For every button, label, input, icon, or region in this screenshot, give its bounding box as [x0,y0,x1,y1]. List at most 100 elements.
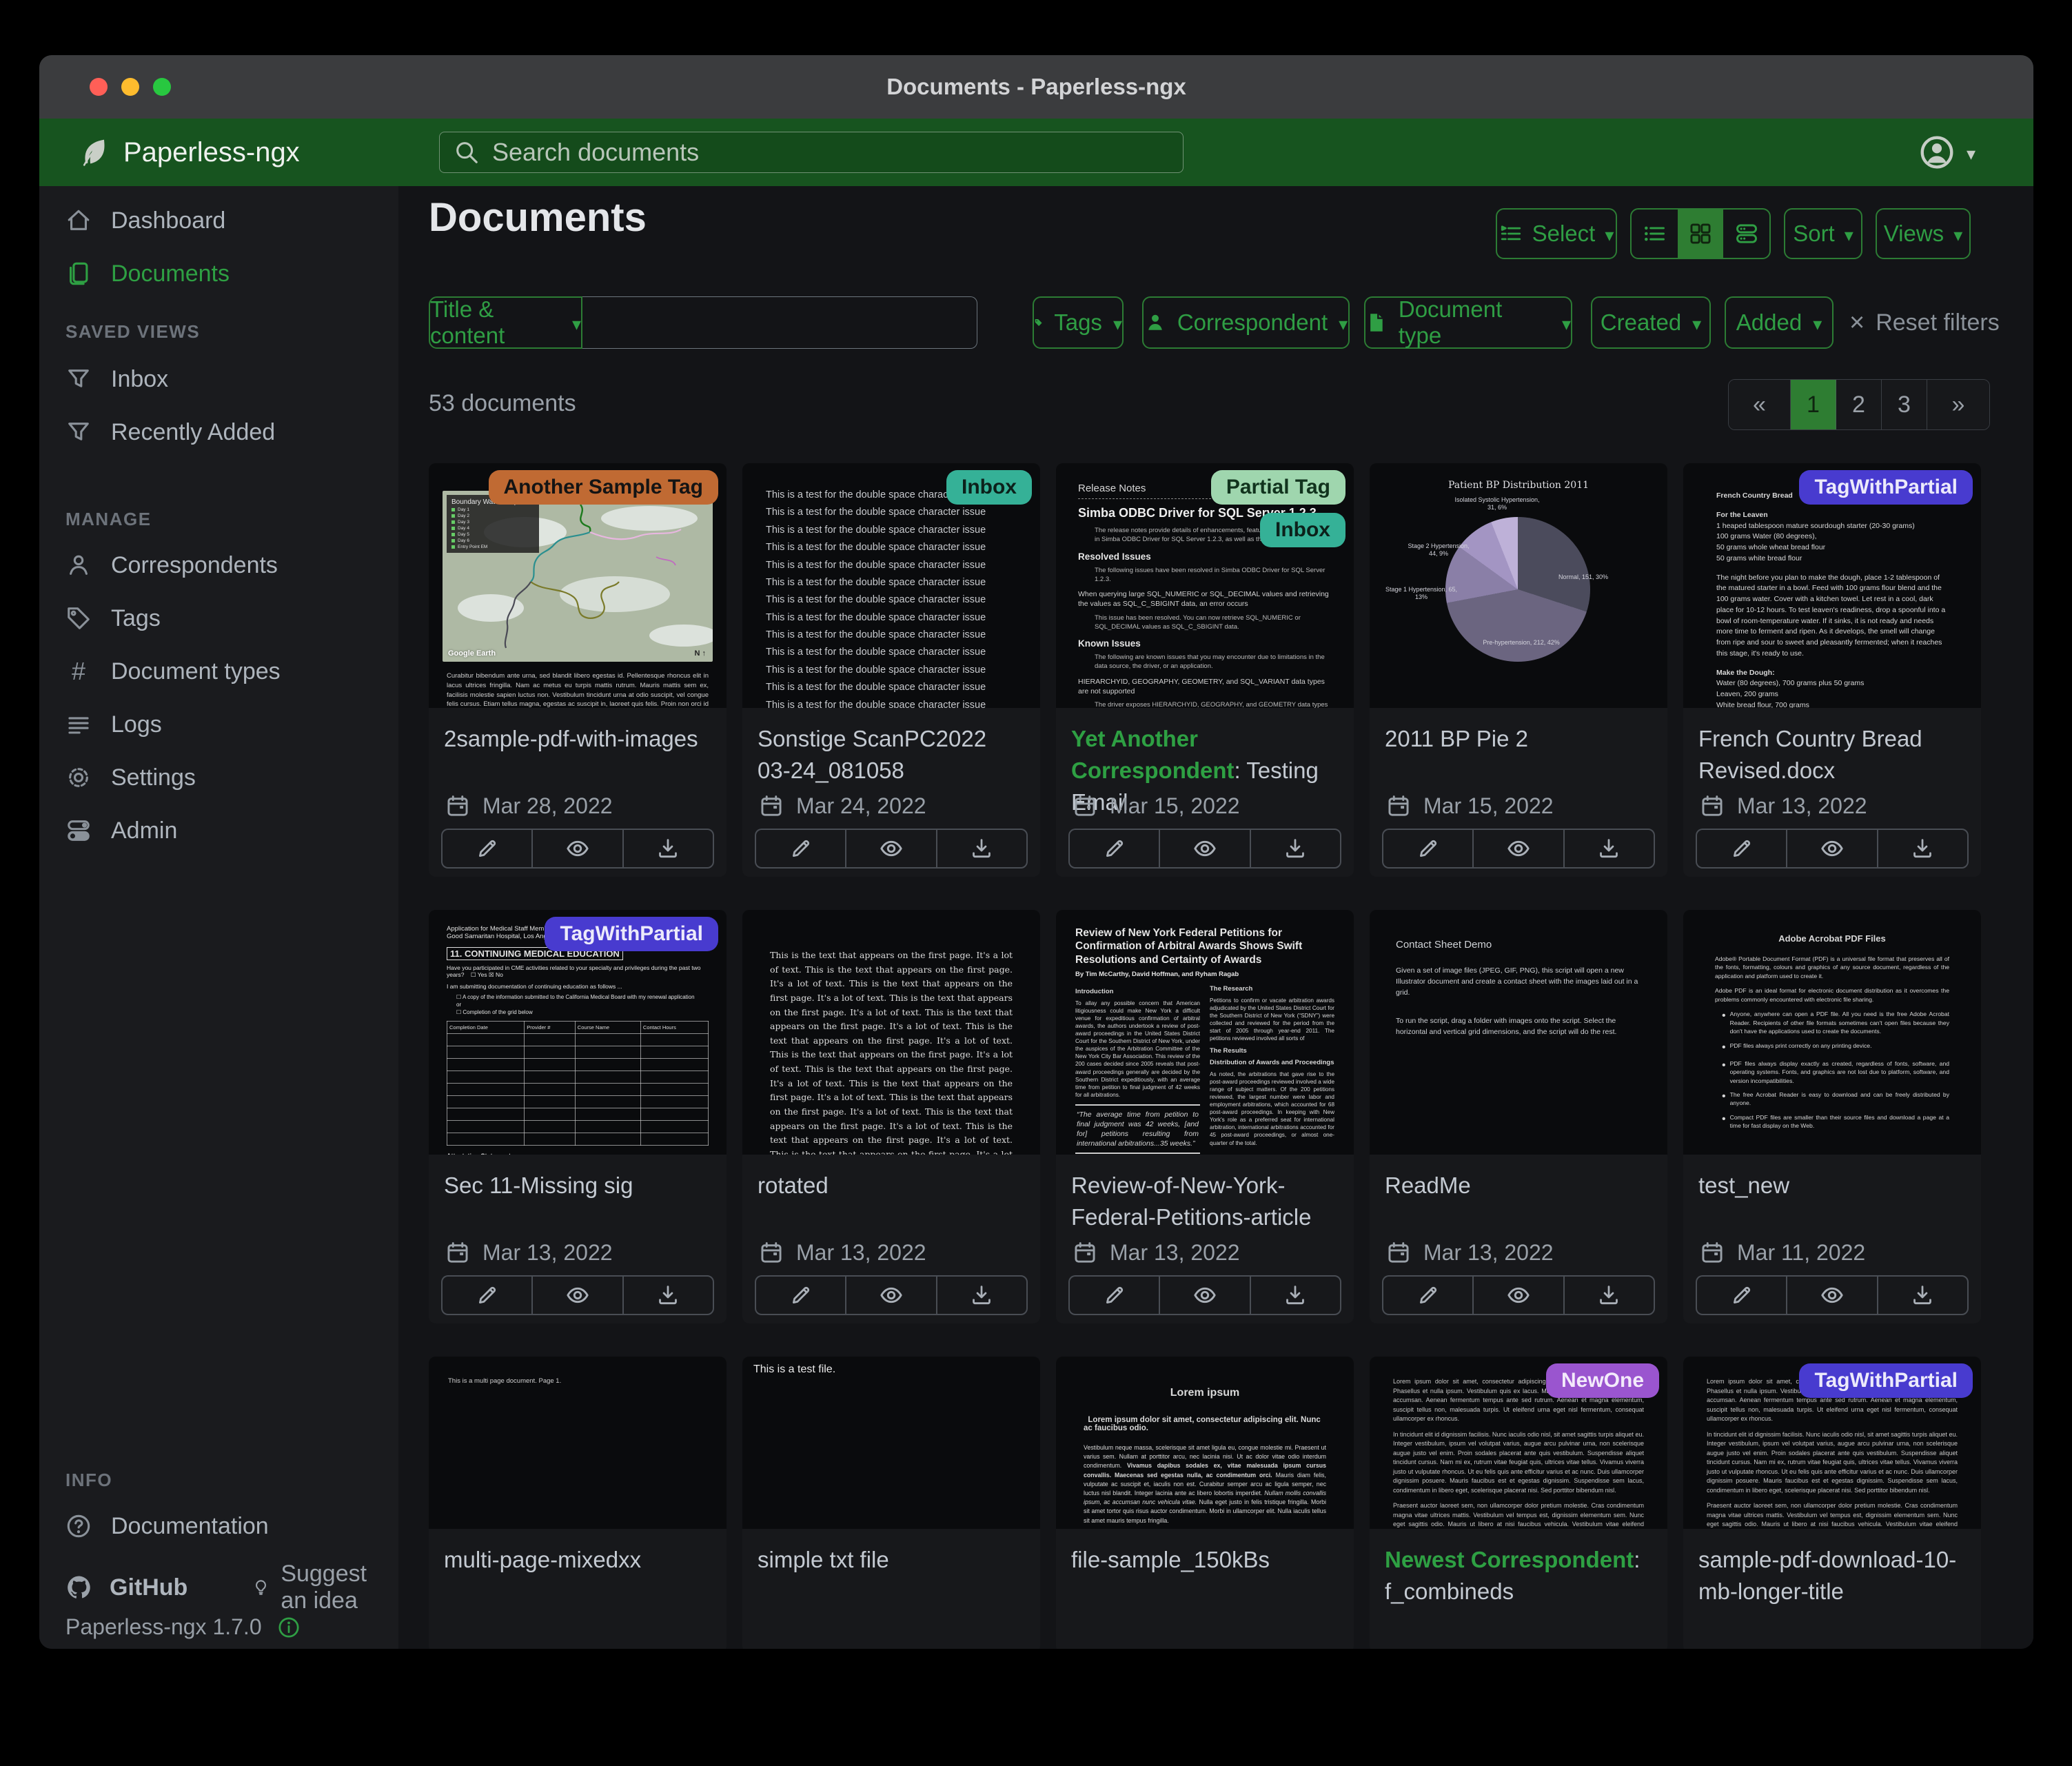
select-button[interactable]: Select ▾ [1496,208,1617,259]
document-card[interactable]: This is a test for the double space char… [742,463,1040,877]
tag-badge[interactable]: TagWithPartial [1799,470,1973,505]
document-thumbnail[interactable]: Patient BP Distribution 2011 Normal, 151… [1370,463,1667,708]
document-card[interactable]: This is the text that appears on the fir… [742,910,1040,1323]
document-card[interactable]: Patient BP Distribution 2011 Normal, 151… [1370,463,1667,877]
tags-filter-button[interactable]: Tags ▾ [1033,296,1124,349]
card-title[interactable]: 2011 BP Pie 2 [1370,708,1667,792]
card-title[interactable]: sample-pdf-download-10-mb-longer-title [1683,1529,1981,1613]
document-thumbnail[interactable]: Contact Sheet DemoGiven a set of image f… [1370,910,1667,1155]
pagination-page-2[interactable]: 2 [1836,380,1882,429]
preview-document-button[interactable] [1159,1275,1249,1315]
card-correspondent[interactable]: Yet Another Correspondent [1071,726,1235,783]
tag-badge[interactable]: Partial Tag [1211,470,1345,505]
preview-document-button[interactable] [845,1275,935,1315]
document-thumbnail[interactable]: This is a test for the double space char… [742,463,1040,708]
sidebar-item-documents[interactable]: Documents [39,252,398,296]
download-document-button[interactable] [936,1275,1028,1315]
preview-document-button[interactable] [1159,829,1249,869]
tag-badge[interactable]: TagWithPartial [545,917,718,951]
download-document-button[interactable] [622,1275,714,1315]
views-button[interactable]: Views ▾ [1876,208,1971,259]
edit-document-button[interactable] [755,829,845,869]
edit-document-button[interactable] [1382,1275,1472,1315]
document-card[interactable]: Review of New York Federal Petitions for… [1056,910,1354,1323]
pagination-prev-button[interactable]: « [1729,380,1791,429]
title-content-filter-button[interactable]: Title & content ▾ [429,296,582,349]
document-thumbnail[interactable]: French Country Bread For the Leaven1 hea… [1683,463,1981,708]
document-thumbnail[interactable]: Release Notes Simba ODBC Driver for SQL … [1056,463,1354,708]
document-thumbnail[interactable]: Application for Medical Staff MembersGoo… [429,910,727,1155]
document-card[interactable]: French Country Bread For the Leaven1 hea… [1683,463,1981,877]
global-search[interactable] [439,132,1184,173]
edit-document-button[interactable] [1068,829,1159,869]
card-title[interactable]: file-sample_150kBs [1056,1529,1354,1613]
document-card[interactable]: Boundary Waters TripDay 1Day 2Day 3Day 4… [429,463,727,877]
card-title[interactable]: ReadMe [1370,1155,1667,1239]
document-card[interactable]: This is a multi page document. Page 1. m… [429,1357,727,1649]
download-document-button[interactable] [622,829,714,869]
document-thumbnail[interactable]: Lorem ipsum dolor sit amet, consectetur … [1683,1357,1981,1529]
preview-document-button[interactable] [1472,1275,1563,1315]
sidebar-item-suggest-idea[interactable]: Suggest an idea [252,1561,398,1614]
tag-badge[interactable]: Inbox [946,470,1032,505]
download-document-button[interactable] [1250,829,1341,869]
created-filter-button[interactable]: Created ▾ [1591,296,1711,349]
added-filter-button[interactable]: Added ▾ [1725,296,1834,349]
document-card[interactable]: This is a test file. simple txt file [742,1357,1040,1649]
download-document-button[interactable] [1250,1275,1341,1315]
edit-document-button[interactable] [1068,1275,1159,1315]
app-brand[interactable]: Paperless-ngx [78,119,300,186]
sidebar-item-document-types[interactable]: # Document types [39,649,398,693]
card-title[interactable]: French Country Bread Revised.docx [1683,708,1981,792]
title-content-filter-input[interactable] [582,297,977,348]
card-title[interactable]: Review-of-New-York-Federal-Petitions-art… [1056,1155,1354,1239]
pagination-next-button[interactable]: » [1927,380,1989,429]
card-title[interactable]: Sec 11-Missing sig [429,1155,727,1239]
edit-document-button[interactable] [1696,1275,1786,1315]
document-thumbnail[interactable]: Boundary Waters TripDay 1Day 2Day 3Day 4… [429,463,727,708]
view-list-button[interactable] [1632,210,1678,258]
preview-document-button[interactable] [845,829,935,869]
preview-document-button[interactable] [531,1275,622,1315]
document-thumbnail[interactable]: This is a test file. [742,1357,1040,1529]
card-title[interactable]: multi-page-mixedxx [429,1529,727,1613]
document-thumbnail[interactable]: This is the text that appears on the fir… [742,910,1040,1155]
preview-document-button[interactable] [1786,1275,1876,1315]
sidebar-item-correspondents[interactable]: Correspondents [39,543,398,587]
tag-badge[interactable]: TagWithPartial [1799,1363,1973,1398]
document-thumbnail[interactable]: Lorem ipsum dolor sit amet, consectetur … [1370,1357,1667,1529]
edit-document-button[interactable] [755,1275,845,1315]
card-title[interactable]: simple txt file [742,1529,1040,1613]
document-card[interactable]: Application for Medical Staff MembersGoo… [429,910,727,1323]
tag-badge[interactable]: Another Sample Tag [489,470,718,505]
download-document-button[interactable] [1877,829,1969,869]
sidebar-item-tags[interactable]: Tags [39,596,398,640]
tag-badge[interactable]: NewOne [1546,1363,1659,1398]
pagination-page-1[interactable]: 1 [1791,380,1836,429]
document-card[interactable]: Lorem ipsum dolor sit amet, consectetur … [1370,1357,1667,1649]
sidebar-item-logs[interactable]: Logs [39,702,398,747]
card-correspondent[interactable]: Newest Correspondent [1385,1547,1634,1572]
document-thumbnail[interactable]: Lorem ipsum Lorem ipsum dolor sit amet, … [1056,1357,1354,1529]
card-title[interactable]: 2sample-pdf-with-images [429,708,727,792]
sidebar-item-dashboard[interactable]: Dashboard [39,199,398,243]
download-document-button[interactable] [1563,829,1655,869]
document-card[interactable]: Lorem ipsum Lorem ipsum dolor sit amet, … [1056,1357,1354,1649]
edit-document-button[interactable] [441,1275,531,1315]
sidebar-item-documentation[interactable]: Documentation [39,1504,398,1548]
edit-document-button[interactable] [1696,829,1786,869]
card-title[interactable]: rotated [742,1155,1040,1239]
preview-document-button[interactable] [531,829,622,869]
edit-document-button[interactable] [441,829,531,869]
card-title[interactable]: Newest Correspondent: f_combineds [1370,1529,1667,1613]
sidebar-item-recently-added[interactable]: Recently Added [39,410,398,454]
preview-document-button[interactable] [1472,829,1563,869]
download-document-button[interactable] [1877,1275,1969,1315]
reset-filters-button[interactable]: × Reset filters [1849,296,2000,349]
card-title[interactable]: test_new [1683,1155,1981,1239]
card-title[interactable]: Sonstige ScanPC2022 03-24_081058 [742,708,1040,792]
document-thumbnail[interactable]: Adobe Acrobat PDF Files Adobe® Portable … [1683,910,1981,1155]
view-grid-button[interactable] [1678,210,1724,258]
document-card[interactable]: Lorem ipsum dolor sit amet, consectetur … [1683,1357,1981,1649]
document-thumbnail[interactable]: This is a multi page document. Page 1. [429,1357,727,1529]
